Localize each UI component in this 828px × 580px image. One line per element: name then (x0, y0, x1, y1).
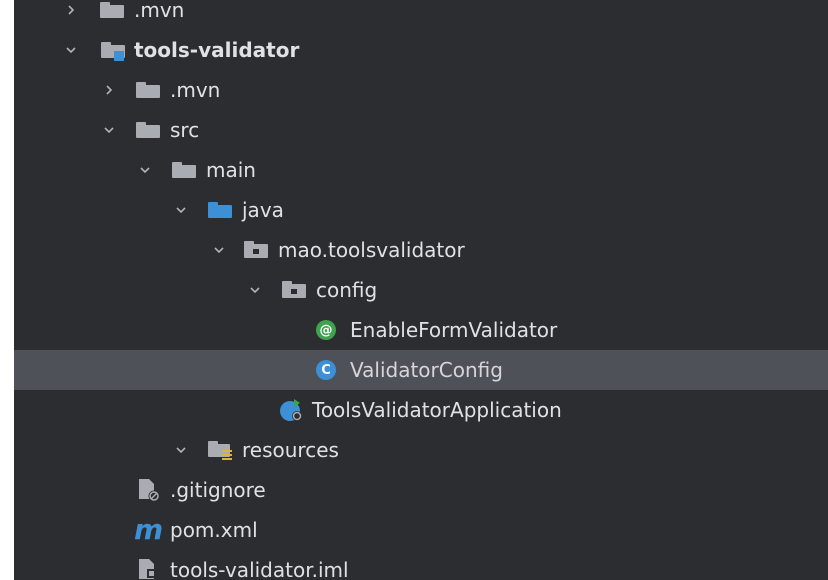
class-icon: C (316, 350, 336, 390)
package-icon (282, 270, 306, 310)
chevron-down-icon[interactable] (208, 230, 230, 270)
folder-icon (136, 110, 160, 150)
maven-icon: m (134, 510, 163, 550)
tree-item-resources[interactable]: resources (14, 430, 828, 470)
tree-item-validatorconfig[interactable]: C ValidatorConfig (14, 350, 828, 390)
chevron-right-icon[interactable] (98, 70, 120, 110)
chevron-down-icon[interactable] (98, 110, 120, 150)
module-folder-icon (100, 30, 126, 70)
tree-item-main[interactable]: main (14, 150, 828, 190)
tree-item-label: resources (242, 438, 339, 462)
tree-item-label: pom.xml (170, 518, 258, 542)
annotation-icon: @ (316, 310, 336, 350)
chevron-down-icon[interactable] (60, 30, 82, 70)
module-file-icon (136, 550, 162, 580)
folder-icon (136, 70, 160, 110)
tree-item-mvn-top[interactable]: .mvn (14, 0, 828, 30)
maven-glyph: m (134, 513, 164, 546)
tree-item-label: config (316, 278, 378, 302)
tree-item-label: java (242, 198, 284, 222)
chevron-down-icon[interactable] (170, 430, 192, 470)
tree-item-label: .mvn (134, 0, 185, 22)
tree-item-package-config[interactable]: config (14, 270, 828, 310)
ignore-file-icon (136, 470, 162, 510)
tree-item-java[interactable]: java (14, 190, 828, 230)
annotation-glyph: @ (316, 320, 336, 340)
tree-item-tools-validator[interactable]: tools-validator (14, 30, 828, 70)
tree-item-label: ValidatorConfig (350, 358, 503, 382)
tree-item-label: tools-validator.iml (170, 558, 349, 580)
folder-icon (172, 150, 196, 190)
resources-folder-icon (208, 430, 234, 470)
tree-item-label: ToolsValidatorApplication (312, 398, 562, 422)
project-tree: .mvn tools-validator .mvn src main java … (14, 0, 828, 580)
tree-item-gitignore[interactable]: .gitignore (14, 470, 828, 510)
tree-item-label: .gitignore (170, 478, 266, 502)
tree-item-label: src (170, 118, 200, 142)
tree-item-toolsvalidatorapplication[interactable]: ToolsValidatorApplication (14, 390, 828, 430)
spring-boot-application-class-icon (278, 390, 306, 430)
tree-item-label: tools-validator (134, 38, 300, 62)
tree-item-label: main (206, 158, 256, 182)
tree-item-tools-validator-iml[interactable]: tools-validator.iml (14, 550, 828, 580)
tree-item-label: .mvn (170, 78, 221, 102)
chevron-down-icon[interactable] (134, 150, 156, 190)
tree-item-label: mao.toolsvalidator (278, 238, 465, 262)
class-glyph: C (316, 360, 336, 380)
tree-item-enableformvalidator[interactable]: @ EnableFormValidator (14, 310, 828, 350)
tree-item-label: EnableFormValidator (350, 318, 558, 342)
package-icon (244, 230, 268, 270)
tree-item-package-mao-toolsvalidator[interactable]: mao.toolsvalidator (14, 230, 828, 270)
tree-item-pom-xml[interactable]: m pom.xml (14, 510, 828, 550)
chevron-down-icon[interactable] (170, 190, 192, 230)
folder-icon (100, 0, 124, 30)
tree-item-src[interactable]: src (14, 110, 828, 150)
tree-item-mvn[interactable]: .mvn (14, 70, 828, 110)
source-folder-icon (208, 190, 232, 230)
chevron-right-icon[interactable] (60, 0, 82, 30)
chevron-down-icon[interactable] (244, 270, 266, 310)
